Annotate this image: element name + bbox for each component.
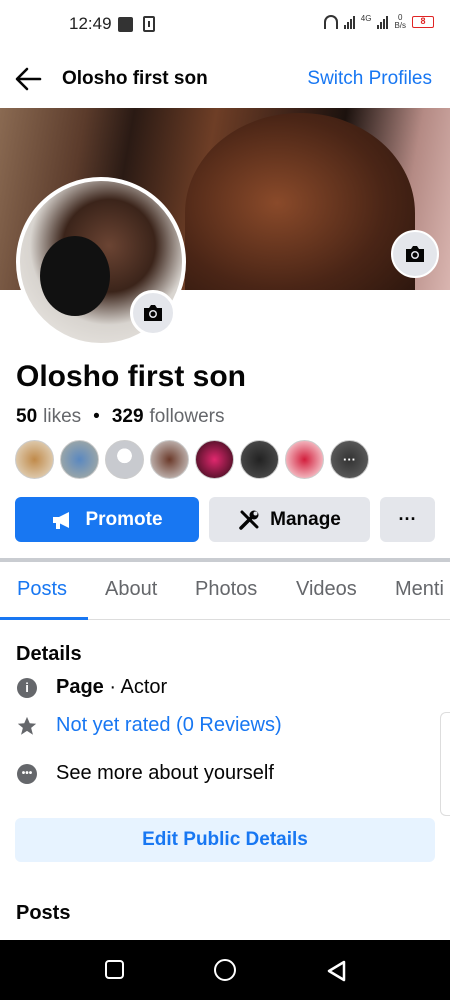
manage-button[interactable]: Manage [209,497,370,542]
details-heading: Details [16,643,82,665]
cover-camera-button[interactable] [391,230,439,278]
signal-icon [343,15,355,29]
profile-stats: 50 likes • 329 followers [16,406,225,428]
net-speed: 0 B/s [394,13,406,30]
tab-videos[interactable]: Videos [296,578,357,601]
home-icon[interactable] [214,959,236,981]
status-time: 12:49 [69,14,112,33]
switch-profiles-link[interactable]: Switch Profiles [307,68,432,90]
megaphone-icon [53,511,70,529]
recent-apps-icon[interactable] [105,960,124,979]
info-icon: i [17,677,37,698]
likes-label[interactable]: likes [43,406,81,428]
follower-avatar[interactable] [105,440,144,479]
tab-mentions[interactable]: Menti [395,578,444,601]
camera-icon [406,246,424,262]
rating-row: Not yet rated (0 Reviews) [16,714,282,737]
active-tab-indicator [0,617,88,620]
see-more-row[interactable]: ••• See more about yourself [16,762,274,785]
follower-avatar[interactable] [60,440,99,479]
follower-avatar[interactable] [195,440,234,479]
followers-count: 329 [111,406,144,427]
system-nav-bar [0,940,450,1000]
tab-posts[interactable]: Posts [17,578,67,601]
rating-link[interactable]: Not yet rated (0 Reviews) [56,714,282,737]
side-panel-handle[interactable] [440,712,450,816]
followers-label[interactable]: followers [150,406,225,428]
edit-public-details-button[interactable]: Edit Public Details [15,818,435,862]
promote-button[interactable]: Promote [15,497,199,542]
tools-icon [239,510,259,530]
tab-about[interactable]: About [105,578,157,601]
manage-label: Manage [270,508,341,530]
signal-icon-2 [377,15,389,29]
headset-icon [323,15,338,29]
avatar-image-content [40,236,110,316]
status-bar: 12:49 4G 0 B/s 8 [0,0,450,50]
category-label: Page [56,676,104,698]
edit-public-details-label: Edit Public Details [142,829,308,850]
follower-avatar[interactable] [150,440,189,479]
camera-icon [144,305,162,321]
back-icon[interactable] [325,959,347,983]
app-header: Olosho first son Switch Profiles [0,50,450,108]
follower-avatars: ··· [15,440,369,479]
avatar-camera-button[interactable] [130,290,176,336]
profile-name: Olosho first son [16,360,247,393]
posts-heading: Posts [16,902,71,924]
follower-avatar[interactable] [285,440,324,479]
notification-icon [118,16,133,32]
profile-tabs: Posts About Photos Videos Menti [0,562,450,620]
category-value: · Actor [103,676,168,698]
battery-icon: 8 [412,16,434,28]
star-icon [17,716,37,735]
more-options-button[interactable]: ··· [380,497,435,542]
sim-icon [143,16,155,32]
more-label: ··· [398,509,417,529]
cover-image-content [185,113,415,290]
likes-count: 50 [16,406,38,427]
header-title: Olosho first son [62,68,208,89]
more-dots-icon: ••• [17,763,37,784]
stats-separator: • [93,406,100,427]
back-arrow-icon[interactable] [14,66,42,92]
category-row: i Page · Actor [16,676,167,699]
more-followers-button[interactable]: ··· [330,440,369,479]
follower-avatar[interactable] [15,440,54,479]
tab-photos[interactable]: Photos [195,578,257,601]
network-type: 4G [360,13,372,23]
see-more-label: See more about yourself [56,762,274,784]
promote-label: Promote [85,508,163,530]
follower-avatar[interactable] [240,440,279,479]
